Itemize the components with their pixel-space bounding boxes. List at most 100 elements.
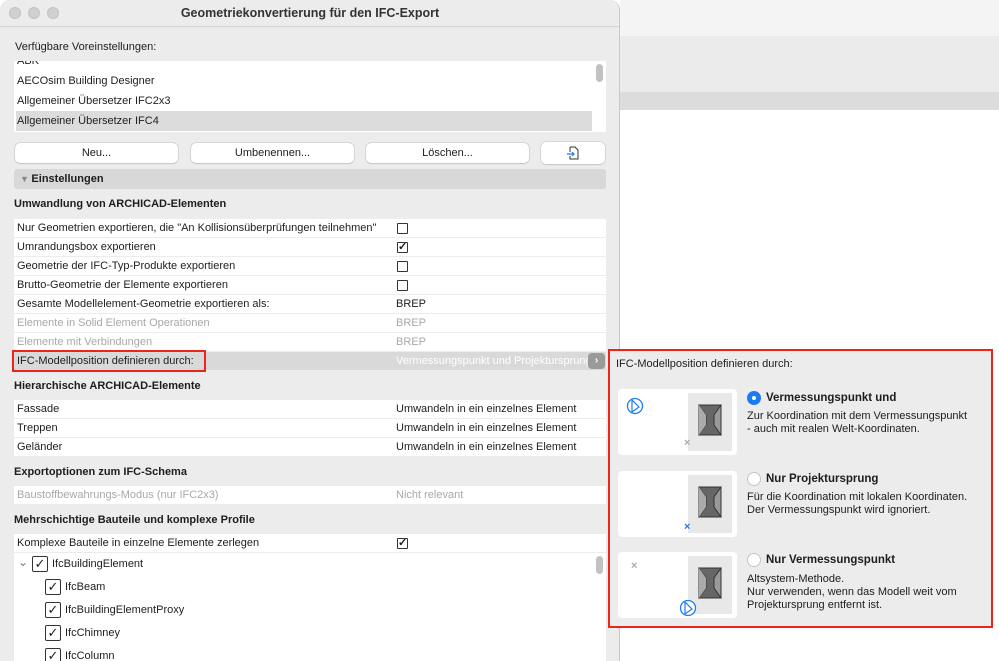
description-line: Der Vermessungspunkt wird ignoriert. xyxy=(747,504,931,516)
description-line: Altsystem-Methode. xyxy=(747,573,845,585)
setting-row-disabled: Elemente mit Verbindungen BREP xyxy=(14,333,606,351)
setting-value[interactable]: BREP xyxy=(396,295,426,313)
collision-checkbox[interactable] xyxy=(397,223,408,234)
option-illustration: × xyxy=(618,389,737,455)
tree-checkbox[interactable]: ✓ xyxy=(45,625,61,641)
setting-label: Umrandungsbox exportieren xyxy=(17,241,156,253)
setting-row: Brutto-Geometrie der Elemente exportiere… xyxy=(14,276,606,294)
option-description: Altsystem-Methode. Nur verwenden, wenn da… xyxy=(747,573,957,612)
background-header-band xyxy=(620,92,999,110)
building-thumbnail xyxy=(688,393,732,451)
description-line: Projektursprung entfernt ist. xyxy=(747,599,883,611)
section-heading: Umwandlung von ARCHICAD-Elementen xyxy=(14,198,227,210)
setting-label: Brutto-Geometrie der Elemente exportiere… xyxy=(17,279,228,291)
setting-value[interactable]: Umwandeln in ein einzelnes Element xyxy=(396,400,576,418)
survey-point-icon xyxy=(679,599,697,617)
option-title[interactable]: Vermessungspunkt und xyxy=(766,392,896,404)
tree-checkbox[interactable]: ✓ xyxy=(32,556,48,572)
dialog-window: Geometriekonvertierung für den IFC-Expor… xyxy=(0,0,620,661)
type-products-checkbox[interactable] xyxy=(397,261,408,272)
element-tree: ⌄ ✓ IfcBuildingElement ✓ IfcBeam ✓ IfcBu… xyxy=(14,553,606,661)
tree-item-label: IfcColumn xyxy=(65,650,115,661)
option-description: Für die Koordination mit lokalen Koordin… xyxy=(747,491,967,517)
gross-geometry-checkbox[interactable] xyxy=(397,280,408,291)
popup-title: IFC-Modellposition definieren durch: xyxy=(616,358,793,370)
option-illustration: × xyxy=(618,552,737,618)
delete-button[interactable]: Löschen... xyxy=(366,143,529,163)
model-position-row[interactable]: IFC-Modellposition definieren durch: Ver… xyxy=(12,350,606,372)
option-title[interactable]: Nur Vermessungspunkt xyxy=(766,554,895,566)
setting-label: Elemente in Solid Element Operationen xyxy=(17,317,210,329)
preset-item[interactable]: AECOsim Building Designer xyxy=(16,71,592,91)
model-position-popup: IFC-Modellposition definieren durch: × V… xyxy=(608,349,993,628)
tree-scrollbar[interactable] xyxy=(596,556,603,574)
setting-row[interactable]: Gesamte Modellelement-Geometrie exportie… xyxy=(14,295,606,313)
preset-item-selected[interactable]: Allgemeiner Übersetzer IFC4 xyxy=(16,111,592,131)
description-line: Nur verwenden, wenn das Modell weit vom xyxy=(747,586,957,598)
setting-value: Nicht relevant xyxy=(396,489,464,501)
tree-checkbox[interactable]: ✓ xyxy=(45,648,61,661)
tree-item-label: IfcBeam xyxy=(65,581,106,593)
setting-row-disabled: Elemente in Solid Element Operationen BRE… xyxy=(14,314,606,332)
setting-label: Gesamte Modellelement-Geometrie exportie… xyxy=(17,298,270,310)
setting-label: Geländer xyxy=(17,441,63,453)
tree-item-label: IfcChimney xyxy=(65,627,121,639)
chevron-right-icon[interactable]: › xyxy=(588,353,605,369)
setting-label: Komplexe Bauteile in einzelne Elemente z… xyxy=(17,537,260,549)
setting-row: Umrandungsbox exportieren ✓ xyxy=(14,238,606,256)
setting-value: BREP xyxy=(396,317,426,329)
setting-row: Komplexe Bauteile in einzelne Elemente z… xyxy=(14,534,606,552)
import-file-icon xyxy=(567,146,579,160)
setting-label: Geometrie der IFC-Typ-Produkte exportier… xyxy=(17,260,236,272)
setting-row[interactable]: Treppen Umwandeln in ein einzelnes Elemen… xyxy=(14,419,606,437)
setting-value: BREP xyxy=(396,336,426,348)
description-line: Für die Koordination mit lokalen Koordin… xyxy=(747,491,968,503)
setting-value: Vermessungspunkt und Projektursprung xyxy=(396,355,592,367)
preset-item[interactable]: Allgemeiner Übersetzer IFC2x3 xyxy=(16,91,592,111)
presets-label: Verfügbare Voreinstellungen: xyxy=(15,41,157,53)
description-line: - auch mit realen Welt-Koordinaten. xyxy=(747,423,920,435)
chevron-down-icon[interactable]: ⌄ xyxy=(18,555,28,569)
settings-group-header[interactable]: ▼ Einstellungen xyxy=(14,169,606,189)
option-radio-survey-point[interactable] xyxy=(747,553,761,567)
presets-scrollbar[interactable] xyxy=(596,64,603,82)
tree-checkbox[interactable]: ✓ xyxy=(45,579,61,595)
setting-row-disabled: Baustoffbewahrungs-Modus (nur IFC2x3) Nic… xyxy=(14,486,606,504)
setting-value[interactable]: Umwandeln in ein einzelnes Element xyxy=(396,438,576,456)
survey-point-icon xyxy=(626,397,644,415)
origin-marker-icon: × xyxy=(684,437,691,449)
setting-row[interactable]: Fassade Umwandeln in ein einzelnes Elemen… xyxy=(14,400,606,418)
import-button[interactable] xyxy=(541,142,605,164)
option-title[interactable]: Nur Projektursprung xyxy=(766,473,878,485)
option-description: Zur Koordination mit dem Vermessungspunk… xyxy=(747,410,967,436)
setting-label: Nur Geometrien exportieren, die "An Koll… xyxy=(17,222,377,234)
preset-item[interactable]: ABK xyxy=(16,61,592,71)
background-toolbar-band xyxy=(620,36,999,92)
setting-label: Elemente mit Verbindungen xyxy=(17,336,153,348)
tree-item-label: IfcBuildingElement xyxy=(52,558,144,570)
setting-value[interactable]: Umwandeln in ein einzelnes Element xyxy=(396,419,576,437)
option-radio-survey-and-origin[interactable] xyxy=(747,391,761,405)
bounding-box-checkbox[interactable]: ✓ xyxy=(397,242,408,253)
rename-button[interactable]: Umbenennen... xyxy=(191,143,354,163)
disclosure-triangle-icon: ▼ xyxy=(20,174,32,184)
new-button[interactable]: Neu... xyxy=(15,143,178,163)
description-line: Zur Koordination mit dem Vermessungspunk… xyxy=(747,410,968,422)
setting-label: Baustoffbewahrungs-Modus (nur IFC2x3) xyxy=(17,489,219,501)
origin-marker-icon: × xyxy=(631,560,638,572)
setting-row: Geometrie der IFC-Typ-Produkte exportier… xyxy=(14,257,606,275)
setting-label: Treppen xyxy=(17,422,58,434)
tree-checkbox[interactable]: ✓ xyxy=(45,602,61,618)
section-heading: Mehrschichtige Bauteile und komplexe Pro… xyxy=(14,514,255,526)
highlight-box xyxy=(12,350,206,372)
option-illustration: × xyxy=(618,471,737,537)
section-heading: Exportoptionen zum IFC-Schema xyxy=(14,466,187,478)
setting-row[interactable]: Geländer Umwandeln in ein einzelnes Eleme… xyxy=(14,438,606,456)
option-radio-project-origin[interactable] xyxy=(747,472,761,486)
tree-item-label: IfcBuildingElementProxy xyxy=(65,604,185,616)
setting-label: Fassade xyxy=(17,403,60,415)
window-title: Geometriekonvertierung für den IFC-Expor… xyxy=(180,6,440,20)
decompose-checkbox[interactable]: ✓ xyxy=(397,538,408,549)
presets-list[interactable]: ABK AECOsim Building Designer Allgemeine… xyxy=(14,61,606,132)
settings-group-label: Einstellungen xyxy=(31,173,104,185)
